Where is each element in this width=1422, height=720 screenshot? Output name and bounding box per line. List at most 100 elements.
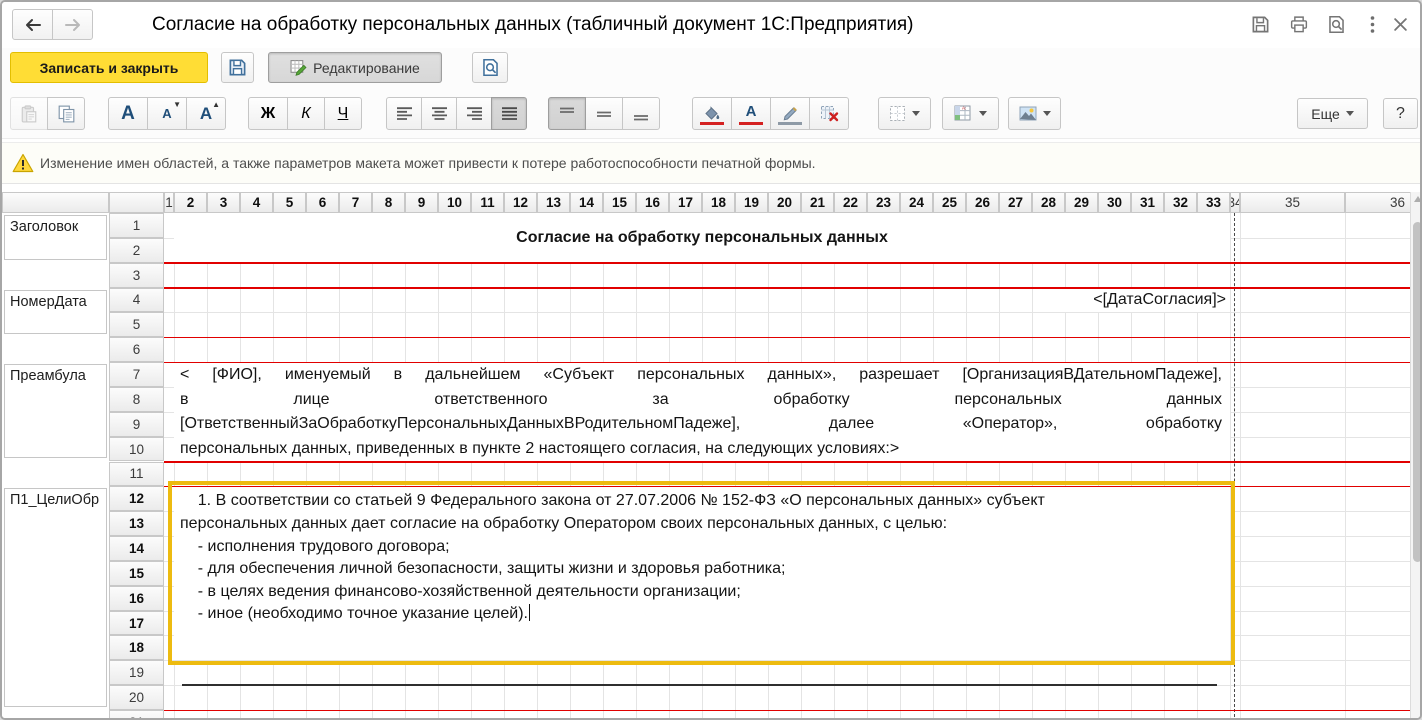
- column-header[interactable]: 18: [702, 192, 735, 213]
- column-header[interactable]: 26: [966, 192, 999, 213]
- column-header[interactable]: 13: [537, 192, 570, 213]
- row-header[interactable]: 6: [109, 337, 164, 363]
- column-header[interactable]: 20: [768, 192, 801, 213]
- row-header[interactable]: 7: [109, 362, 164, 387]
- clear-format-button[interactable]: [809, 97, 849, 130]
- align-center-button[interactable]: [421, 97, 457, 130]
- picture-dropdown-button[interactable]: [1008, 97, 1061, 130]
- save-and-close-button[interactable]: Записать и закрыть: [10, 52, 208, 83]
- row-header[interactable]: 18: [109, 635, 164, 661]
- align-justify-button[interactable]: [491, 97, 527, 130]
- row-header[interactable]: 19: [109, 660, 164, 686]
- row-header[interactable]: 16: [109, 585, 164, 611]
- column-header[interactable]: 5: [273, 192, 306, 213]
- column-header[interactable]: 10: [438, 192, 471, 213]
- text-color-button[interactable]: А: [731, 97, 771, 130]
- column-header[interactable]: 11: [471, 192, 504, 213]
- column-header[interactable]: 27: [999, 192, 1032, 213]
- font-size-decrease-button[interactable]: А ▼: [147, 97, 187, 130]
- row-header[interactable]: 14: [109, 536, 164, 561]
- fill-color-button[interactable]: [692, 97, 732, 130]
- scroll-up-icon[interactable]: [1414, 196, 1420, 202]
- row-header[interactable]: 8: [109, 386, 164, 412]
- forward-button[interactable]: [52, 9, 93, 40]
- row-header[interactable]: 4: [109, 287, 164, 313]
- titlebar-save-button[interactable]: [1247, 11, 1273, 37]
- titlebar-menu-button[interactable]: [1359, 11, 1385, 37]
- back-button[interactable]: [12, 9, 53, 40]
- area-label-box[interactable]: Преамбула: [4, 364, 107, 459]
- vertical-scrollbar[interactable]: [1410, 192, 1420, 718]
- column-header[interactable]: 19: [735, 192, 768, 213]
- column-header[interactable]: 17: [669, 192, 702, 213]
- column-header[interactable]: 25: [933, 192, 966, 213]
- column-header[interactable]: 30: [1098, 192, 1131, 213]
- column-header[interactable]: 23: [867, 192, 900, 213]
- close-button[interactable]: [1387, 11, 1413, 37]
- column-header[interactable]: 6: [306, 192, 339, 213]
- column-header[interactable]: 29: [1065, 192, 1098, 213]
- help-button[interactable]: ?: [1383, 98, 1418, 129]
- column-header[interactable]: 28: [1032, 192, 1065, 213]
- preamble-cell[interactable]: < [ФИО], именуемый в дальнейшем «Субъект…: [174, 362, 1230, 462]
- row-header[interactable]: 3: [109, 262, 164, 288]
- column-header[interactable]: 22: [834, 192, 867, 213]
- row-header[interactable]: 20: [109, 685, 164, 710]
- row-header[interactable]: 21: [109, 710, 164, 718]
- valign-middle-button[interactable]: [585, 97, 623, 130]
- font-size-increase-button[interactable]: А ▲: [186, 97, 226, 130]
- column-header[interactable]: 3: [207, 192, 240, 213]
- title-cell[interactable]: Согласие на обработку персональных данны…: [174, 213, 1230, 263]
- area-label-box[interactable]: НомерДата: [4, 289, 107, 335]
- valign-bottom-button[interactable]: [622, 97, 660, 130]
- column-header[interactable]: 8: [372, 192, 405, 213]
- column-header[interactable]: 32: [1164, 192, 1197, 213]
- column-header[interactable]: 31: [1131, 192, 1164, 213]
- scrollbar-thumb[interactable]: [1413, 222, 1420, 562]
- area-label-box[interactable]: Заголовок: [4, 215, 107, 260]
- more-button[interactable]: Еще: [1297, 98, 1368, 129]
- column-header[interactable]: 21: [801, 192, 834, 213]
- column-header[interactable]: 35: [1240, 192, 1345, 213]
- area-label-box[interactable]: П1_ЦелиОбр: [4, 488, 107, 707]
- column-header[interactable]: 4: [240, 192, 273, 213]
- font-button[interactable]: А: [108, 97, 148, 130]
- column-header[interactable]: 16: [636, 192, 669, 213]
- row-header[interactable]: 11: [109, 461, 164, 487]
- titlebar-print-button[interactable]: [1286, 11, 1312, 37]
- row-header[interactable]: 2: [109, 237, 164, 263]
- row-header[interactable]: 1: [109, 213, 164, 238]
- print-preview-button[interactable]: [472, 52, 508, 83]
- area-name-column-header[interactable]: [2, 192, 109, 213]
- underline-button[interactable]: Ч: [324, 97, 362, 130]
- italic-button[interactable]: К: [287, 97, 325, 130]
- bold-button[interactable]: Ж: [248, 97, 288, 130]
- column-header[interactable]: 7: [339, 192, 372, 213]
- titlebar-preview-button[interactable]: [1323, 11, 1349, 37]
- row-header[interactable]: 12: [109, 486, 164, 512]
- column-header[interactable]: 15: [603, 192, 636, 213]
- cells-dropdown-button[interactable]: A:: [942, 97, 999, 130]
- row-header[interactable]: 17: [109, 610, 164, 636]
- column-header[interactable]: 1: [164, 192, 174, 213]
- column-header[interactable]: 24: [900, 192, 933, 213]
- valign-top-button[interactable]: [548, 97, 586, 130]
- row-header[interactable]: 9: [109, 411, 164, 437]
- row-header[interactable]: 5: [109, 312, 164, 338]
- align-right-button[interactable]: [456, 97, 492, 130]
- spreadsheet[interactable]: Согласие на обработку персональных данны…: [2, 192, 1420, 718]
- row-header[interactable]: 13: [109, 511, 164, 537]
- column-header[interactable]: 12: [504, 192, 537, 213]
- copy-button[interactable]: [47, 97, 85, 130]
- borders-dropdown-button[interactable]: [878, 97, 931, 130]
- column-header[interactable]: 2: [174, 192, 207, 213]
- column-header[interactable]: 33: [1197, 192, 1230, 213]
- row-header[interactable]: 15: [109, 560, 164, 586]
- row-header[interactable]: 10: [109, 436, 164, 462]
- align-left-button[interactable]: [386, 97, 422, 130]
- edit-mode-toggle-button[interactable]: Редактирование: [268, 52, 442, 83]
- date-placeholder-cell[interactable]: <[ДатаСогласия]>: [1065, 287, 1230, 313]
- column-header[interactable]: 14: [570, 192, 603, 213]
- border-color-button[interactable]: [770, 97, 810, 130]
- column-header[interactable]: 34: [1230, 192, 1240, 213]
